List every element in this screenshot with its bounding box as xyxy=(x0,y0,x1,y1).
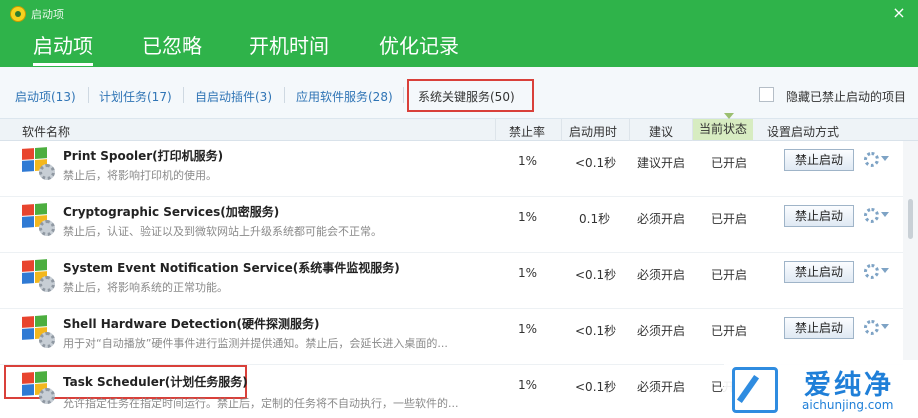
tab-optimize-log[interactable]: 优化记录 xyxy=(379,30,459,59)
service-description: 禁止后，将影响打印机的使用。 xyxy=(63,169,217,182)
tab-startup-items[interactable]: 启动项 xyxy=(33,30,93,66)
divider xyxy=(495,119,496,141)
divider xyxy=(88,87,89,103)
subtab-scheduled-tasks[interactable]: 计划任务(17) xyxy=(99,88,172,105)
chevron-down-icon[interactable] xyxy=(881,212,889,217)
subtab-autostart-plugins[interactable]: 自启动插件(3) xyxy=(195,88,272,105)
windows-service-icon xyxy=(22,203,55,236)
gear-icon[interactable] xyxy=(864,320,879,335)
gear-icon[interactable] xyxy=(864,208,879,223)
disable-rate: 1% xyxy=(518,154,538,168)
service-name: Print Spooler(打印机服务) xyxy=(63,149,224,163)
sort-indicator-icon xyxy=(724,113,734,119)
subtab-system-services[interactable]: 系统关键服务(50) xyxy=(418,88,515,105)
advice: 必须开启 xyxy=(637,268,686,282)
advice: 必须开启 xyxy=(637,324,686,338)
boot-time: 0.1秒 xyxy=(579,212,611,226)
advice: 必须开启 xyxy=(637,380,686,394)
watermark-text-en: aichunjing.com xyxy=(802,398,894,412)
current-state: 已开启 xyxy=(711,156,748,170)
tab-ignored[interactable]: 已忽略 xyxy=(142,30,202,59)
service-name: Task Scheduler(计划任务服务) xyxy=(63,375,248,389)
column-header: 软件名称 禁止率 启动用时 建议 当前状态 设置启动方式 xyxy=(0,113,918,141)
current-state: 已开启 xyxy=(711,212,748,226)
divider xyxy=(284,87,285,103)
boot-time: <0.1秒 xyxy=(575,324,617,338)
list-item: Cryptographic Services(加密服务) 禁止后，认证、验证以及… xyxy=(0,197,903,253)
divider xyxy=(561,119,562,141)
windows-service-icon xyxy=(22,371,55,404)
windows-service-icon xyxy=(22,315,55,348)
disable-startup-button[interactable]: 禁止启动 xyxy=(784,205,854,227)
tab-boot-time[interactable]: 开机时间 xyxy=(249,30,329,59)
service-description: 用于对“自动播放”硬件事件进行监测并提供通知。禁止后，会延长进入桌面的... xyxy=(63,337,448,350)
current-state: 已开启 xyxy=(711,324,748,338)
disable-startup-button[interactable]: 禁止启动 xyxy=(784,317,854,339)
boot-time: <0.1秒 xyxy=(575,268,617,282)
watermark-logo-icon xyxy=(732,367,778,413)
column-advice[interactable]: 建议 xyxy=(649,123,673,140)
boot-time: <0.1秒 xyxy=(575,380,617,394)
scrollbar-thumb[interactable] xyxy=(908,199,913,239)
service-description: 允许指定任务在指定时间运行。禁止后，定制的任务将不自动执行，一些软件的... xyxy=(63,397,459,410)
list-item: System Event Notification Service(系统事件监视… xyxy=(0,253,903,309)
disable-rate: 1% xyxy=(518,322,538,336)
close-button[interactable]: × xyxy=(890,4,908,22)
service-description: 禁止后，认证、验证以及到微软网站上升级系统都可能会不正常。 xyxy=(63,225,382,238)
windows-service-icon xyxy=(22,259,55,292)
service-name: Shell Hardware Detection(硬件探测服务) xyxy=(63,317,320,331)
subtab-app-services[interactable]: 应用软件服务(28) xyxy=(296,88,393,105)
divider xyxy=(403,87,404,103)
watermark: 爱纯净 aichunjing.com xyxy=(724,360,918,418)
service-name: Cryptographic Services(加密服务) xyxy=(63,205,280,219)
divider xyxy=(183,87,184,103)
gear-icon[interactable] xyxy=(864,264,879,279)
subtab-startup[interactable]: 启动项(13) xyxy=(15,88,76,105)
divider xyxy=(629,119,630,141)
hide-disabled-checkbox[interactable] xyxy=(759,87,774,102)
disable-startup-button[interactable]: 禁止启动 xyxy=(784,261,854,283)
current-state: 已开启 xyxy=(711,268,748,282)
service-description: 禁止后，将影响系统的正常功能。 xyxy=(63,281,228,294)
column-name[interactable]: 软件名称 xyxy=(22,123,70,140)
startup-manager-window: 启动项 × 启动项 已忽略 开机时间 优化记录 启动项(13) 计划任务(17)… xyxy=(0,0,918,418)
disable-rate: 1% xyxy=(518,266,538,280)
boot-time: <0.1秒 xyxy=(575,156,617,170)
column-disable-rate[interactable]: 禁止率 xyxy=(509,123,545,140)
disable-startup-button[interactable]: 禁止启动 xyxy=(784,149,854,171)
window-title: 启动项 xyxy=(31,8,64,21)
main-tabs: 启动项 已忽略 开机时间 优化记录 xyxy=(0,28,918,66)
windows-service-icon xyxy=(22,147,55,180)
advice: 必须开启 xyxy=(637,212,686,226)
disable-rate: 1% xyxy=(518,210,538,224)
watermark-text-cn: 爱纯净 xyxy=(804,370,894,401)
gear-icon[interactable] xyxy=(864,152,879,167)
column-current-state[interactable]: 当前状态 xyxy=(693,119,754,140)
disable-rate: 1% xyxy=(518,378,538,392)
app-logo-icon xyxy=(10,6,26,22)
column-set-method: 设置启动方式 xyxy=(767,125,840,139)
service-name: System Event Notification Service(系统事件监视… xyxy=(63,261,400,275)
column-boot-time[interactable]: 启动用时 xyxy=(569,123,617,140)
chevron-down-icon[interactable] xyxy=(881,156,889,161)
chevron-down-icon[interactable] xyxy=(881,324,889,329)
advice: 建议开启 xyxy=(637,156,686,170)
sub-tabs: 启动项(13) 计划任务(17) 自启动插件(3) 应用软件服务(28) 系统关… xyxy=(0,67,918,119)
header: 启动项 × 启动项 已忽略 开机时间 优化记录 xyxy=(0,0,918,67)
hide-disabled-label: 隐藏已禁止启动的项目 xyxy=(786,90,907,104)
list-item: Shell Hardware Detection(硬件探测服务) 用于对“自动播… xyxy=(0,309,903,365)
chevron-down-icon[interactable] xyxy=(881,268,889,273)
title-bar: 启动项 × xyxy=(0,0,918,26)
list-item: Print Spooler(打印机服务) 禁止后，将影响打印机的使用。 1% <… xyxy=(0,141,903,197)
